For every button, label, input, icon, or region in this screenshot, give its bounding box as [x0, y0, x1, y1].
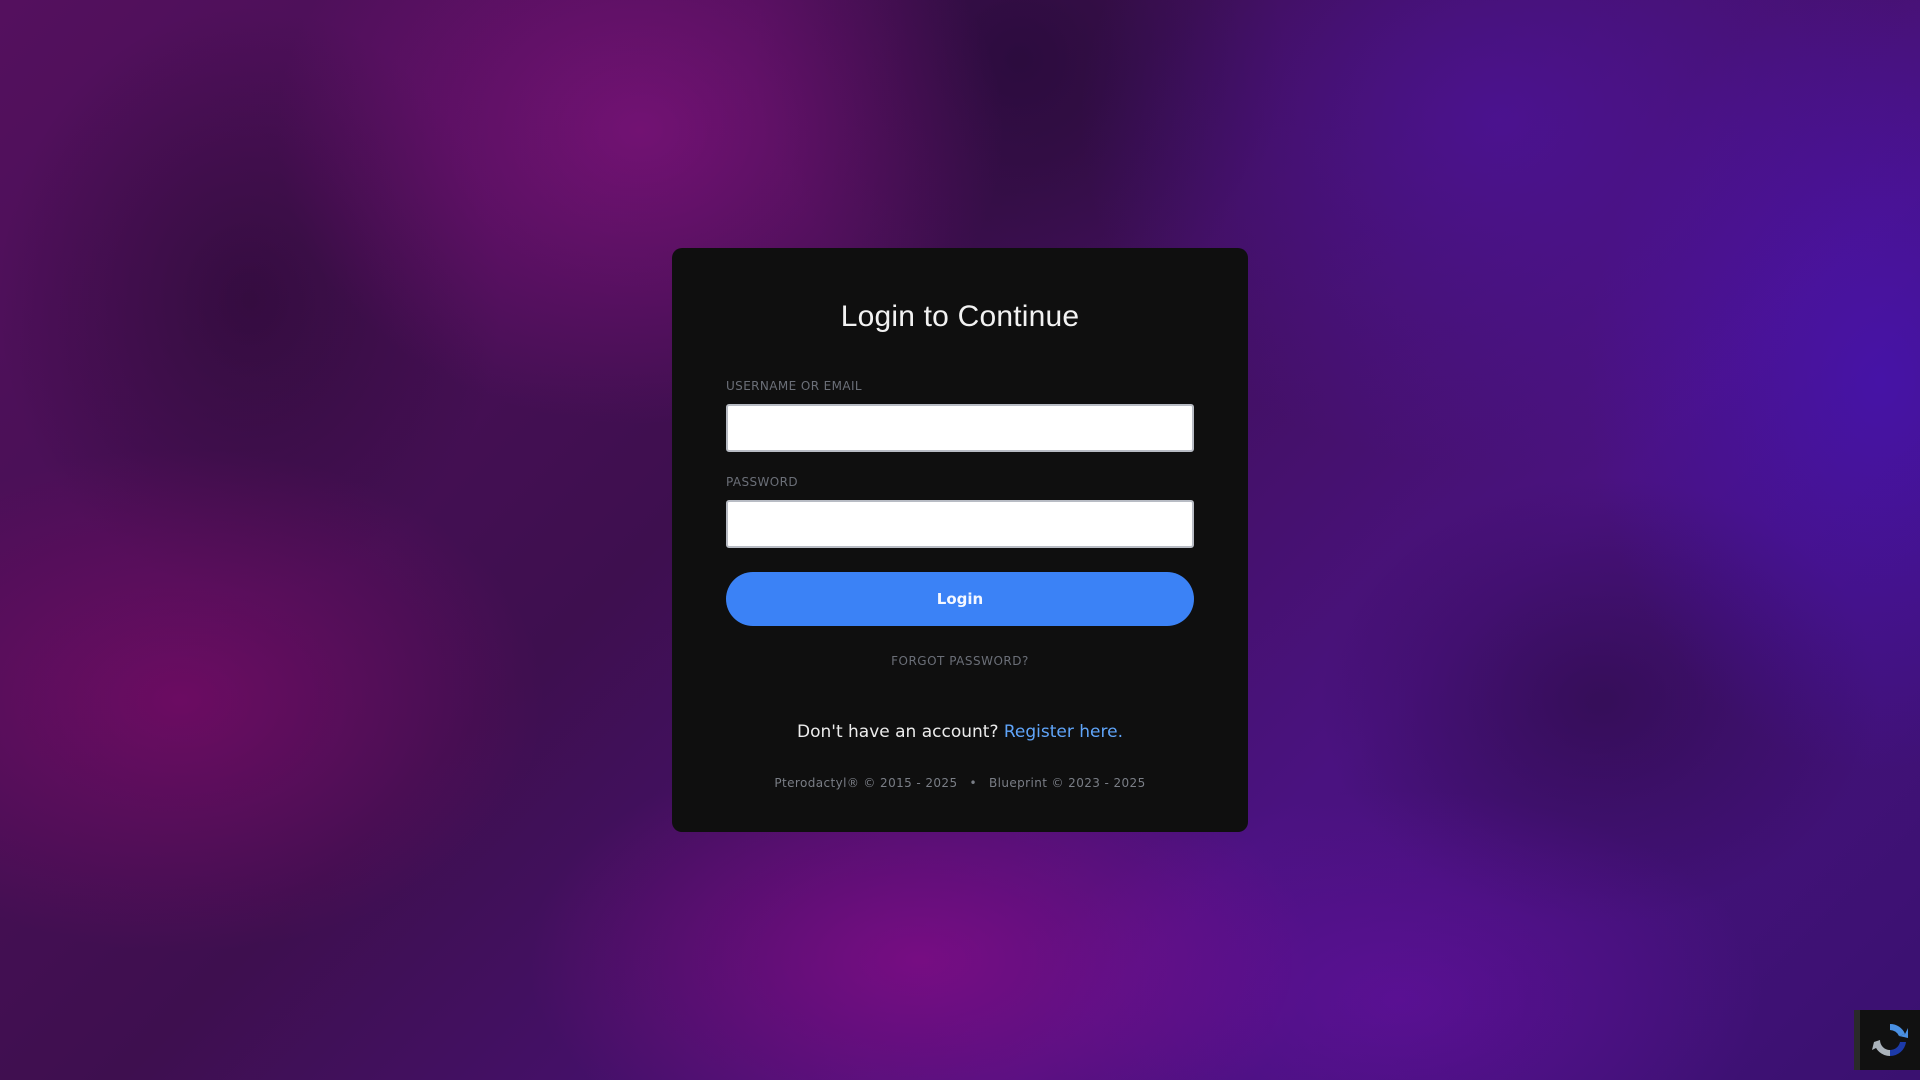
- recaptcha-badge[interactable]: [1854, 1010, 1920, 1070]
- username-label: USERNAME OR EMAIL: [726, 379, 863, 393]
- register-prompt: Don't have an account?: [797, 722, 999, 742]
- page-title: Login to Continue: [840, 300, 1080, 333]
- forgot-password-link[interactable]: FORGOT PASSWORD?: [891, 654, 1029, 668]
- forgot-password-row: FORGOT PASSWORD?: [672, 654, 1248, 668]
- password-input[interactable]: [726, 500, 1194, 548]
- login-button[interactable]: Login: [726, 572, 1194, 626]
- footer-blueprint: Blueprint © 2023 - 2025: [988, 776, 1146, 790]
- footer-separator: •: [969, 776, 977, 790]
- register-row: Don't have an account? Register here.: [672, 722, 1248, 742]
- login-card: Login to Continue USERNAME OR EMAIL PASS…: [672, 248, 1248, 832]
- footer: Pterodactyl® © 2015 - 2025 • Blueprint © 2…: [672, 776, 1248, 790]
- register-link[interactable]: Register here.: [1004, 722, 1123, 742]
- recaptcha-icon: [1872, 1023, 1908, 1057]
- footer-pterodactyl: Pterodactyl® © 2015 - 2025: [774, 776, 958, 790]
- username-input[interactable]: [726, 404, 1194, 452]
- password-label: PASSWORD: [726, 475, 799, 489]
